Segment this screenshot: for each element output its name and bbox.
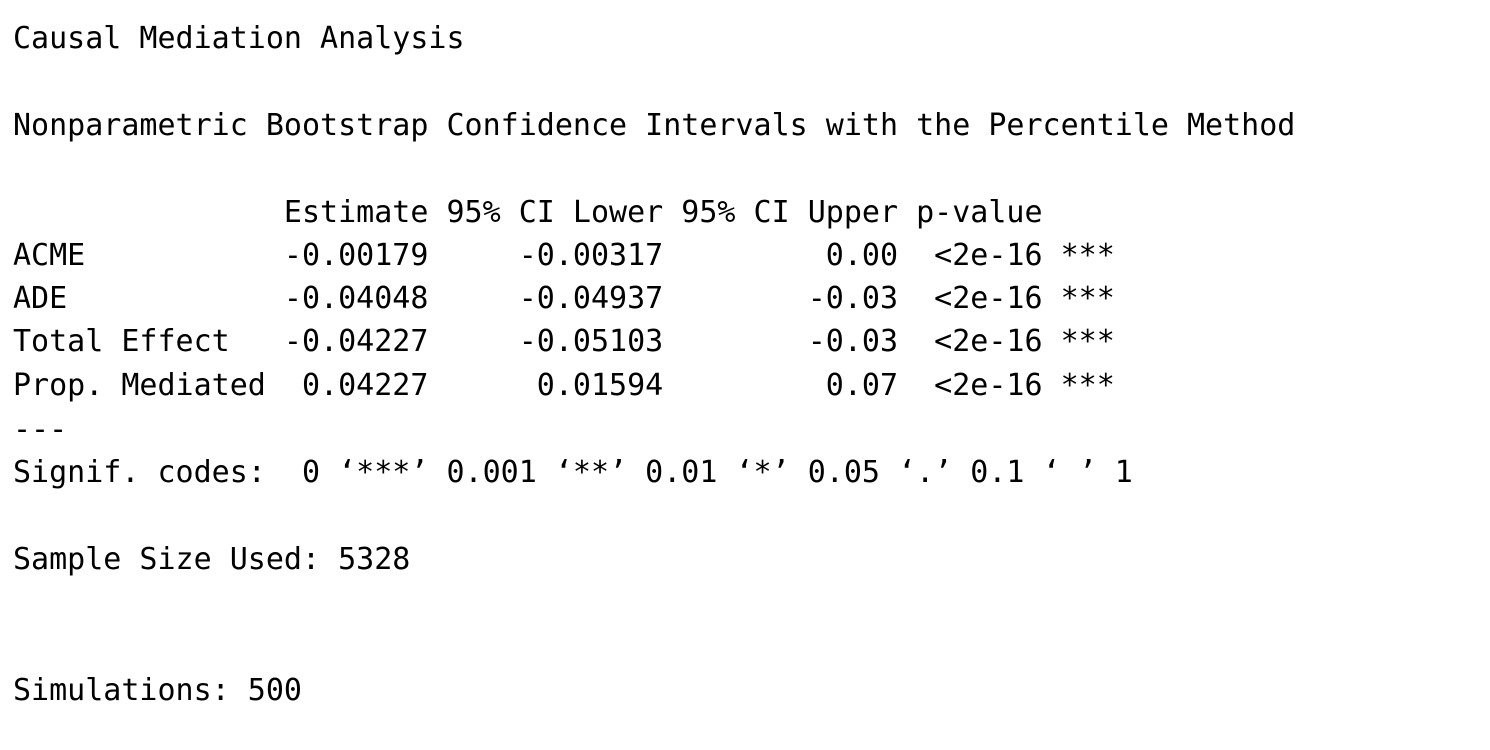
output-subtitle: Nonparametric Bootstrap Confidence Inter… bbox=[13, 108, 1296, 143]
table-row-total-effect: Total Effect -0.04227 -0.05103 -0.03 <2e… bbox=[13, 324, 1115, 359]
table-row-prop-mediated: Prop. Mediated 0.04227 0.01594 0.07 <2e-… bbox=[13, 368, 1115, 403]
output-title: Causal Mediation Analysis bbox=[13, 21, 465, 56]
sample-size: Sample Size Used: 5328 bbox=[13, 542, 411, 577]
console-output: Causal Mediation Analysis Nonparametric … bbox=[0, 0, 1490, 750]
signif-codes: Signif. codes: 0 ‘***’ 0.001 ‘**’ 0.01 ‘… bbox=[13, 455, 1133, 490]
separator-line: --- bbox=[13, 412, 68, 447]
simulations: Simulations: 500 bbox=[13, 673, 302, 708]
table-header: Estimate 95% CI Lower 95% CI Upper p-val… bbox=[13, 195, 1115, 230]
table-row-acme: ACME -0.00179 -0.00317 0.00 <2e-16 *** bbox=[13, 238, 1115, 273]
table-row-ade: ADE -0.04048 -0.04937 -0.03 <2e-16 *** bbox=[13, 281, 1115, 316]
